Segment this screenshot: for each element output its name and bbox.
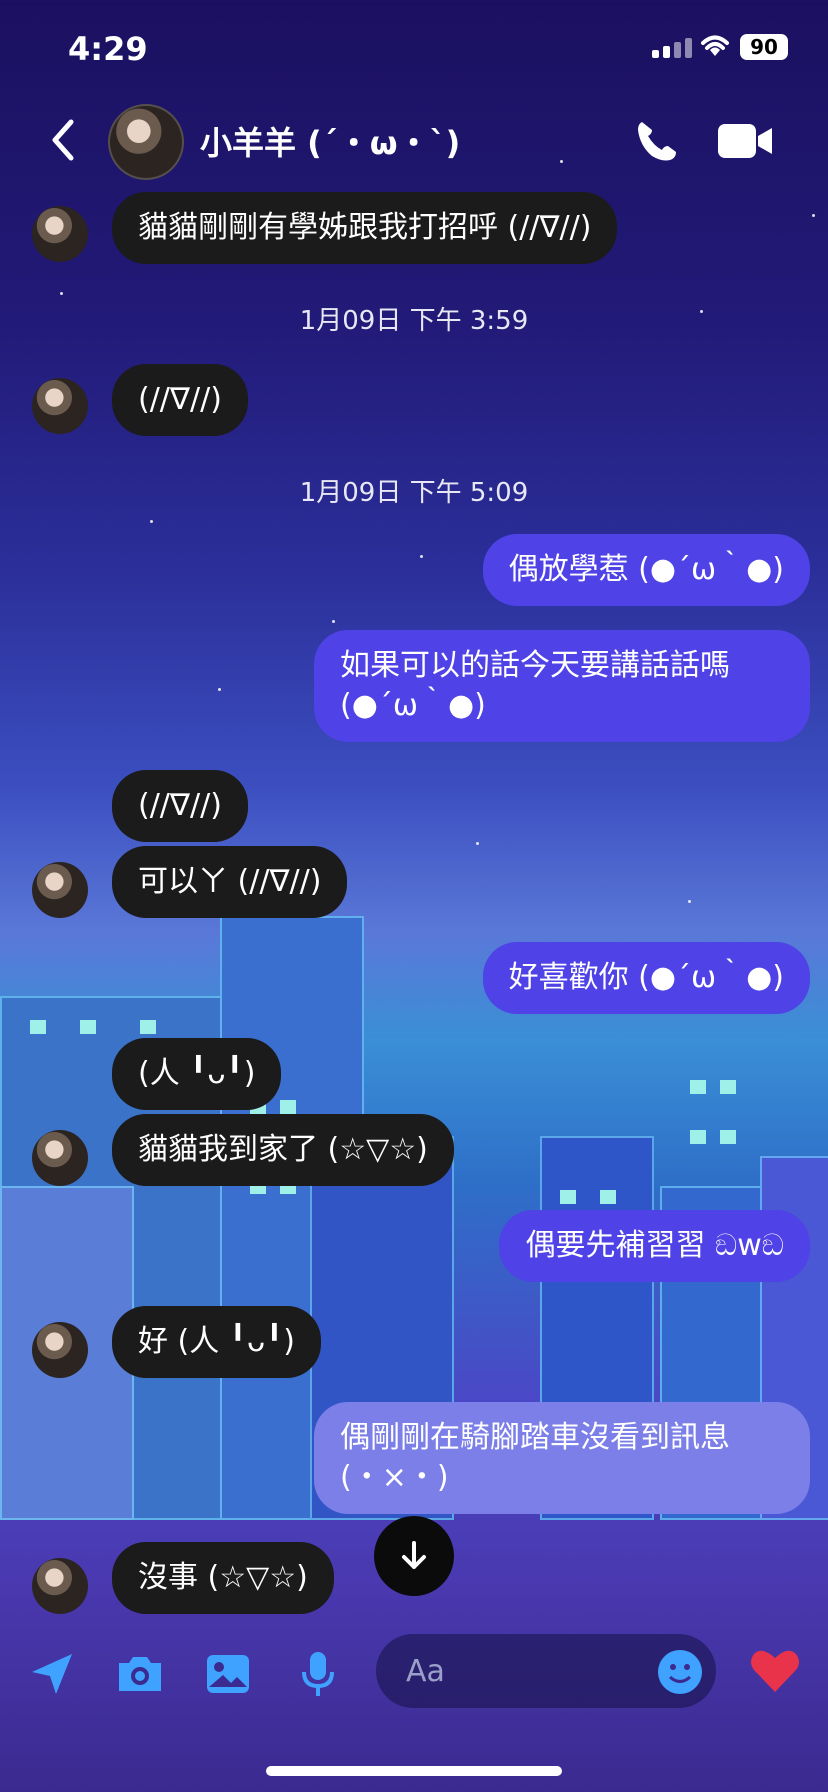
- message-bubble-outgoing[interactable]: 偶放學惹 (●´ω｀●): [482, 534, 810, 606]
- camera-icon: [119, 1657, 161, 1691]
- voice-call-button[interactable]: [632, 116, 682, 166]
- video-call-button[interactable]: [716, 120, 774, 162]
- message-bubble-incoming[interactable]: 可以ㄚ (//∇//): [112, 846, 348, 918]
- contact-name[interactable]: 小羊羊 (´・ω・`): [200, 118, 460, 164]
- image-icon: [207, 1655, 249, 1693]
- sender-avatar: [32, 1558, 88, 1614]
- heart-icon: [751, 1650, 799, 1692]
- microphone-icon: [302, 1652, 334, 1696]
- back-button[interactable]: [40, 116, 84, 164]
- arrow-down-icon: [402, 1541, 426, 1569]
- wifi-icon: [698, 32, 732, 64]
- message-input-placeholder: Aa: [406, 1653, 445, 1689]
- like-button[interactable]: [748, 1646, 802, 1696]
- gallery-button[interactable]: [202, 1648, 254, 1700]
- video-camera-icon: [718, 124, 772, 158]
- status-time: 4:29: [68, 30, 148, 68]
- smiley-icon: [658, 1650, 702, 1694]
- sender-avatar: [32, 206, 88, 262]
- sender-avatar: [32, 1322, 88, 1378]
- message-bubble-incoming[interactable]: 沒事 (☆▽☆): [112, 1542, 334, 1614]
- scroll-to-bottom-button[interactable]: [374, 1516, 454, 1596]
- emoji-button[interactable]: [656, 1648, 704, 1696]
- message-bubble-outgoing[interactable]: 如果可以的話今天要講話話嗎 (●´ω｀●): [314, 630, 810, 742]
- message-bubble-incoming[interactable]: (人 ╹ᴗ╹): [112, 1038, 282, 1110]
- send-arrow-icon: [32, 1654, 72, 1694]
- message-bubble-outgoing[interactable]: 偶要先補習習 ඞwඞ: [499, 1210, 810, 1282]
- message-bubble-incoming[interactable]: 貓貓剛剛有學姊跟我打招呼 (//∇//): [112, 192, 618, 264]
- message-bubble-outgoing[interactable]: 偶剛剛在騎腳踏車沒看到訊息 (・×・): [314, 1402, 810, 1514]
- message-bubble-incoming[interactable]: 好 (人 ╹ᴗ╹): [112, 1306, 321, 1378]
- camera-button[interactable]: [114, 1648, 166, 1700]
- cellular-signal-icon: [652, 38, 692, 58]
- phone-icon: [638, 122, 676, 161]
- share-location-button[interactable]: [26, 1648, 78, 1700]
- home-indicator: [266, 1766, 562, 1776]
- chevron-left-icon: [52, 119, 74, 161]
- voice-message-button[interactable]: [292, 1648, 344, 1700]
- message-bubble-incoming[interactable]: (//∇//): [112, 364, 248, 436]
- timestamp: 1月09日 下午 5:09: [299, 478, 529, 508]
- message-bubble-incoming[interactable]: 貓貓我到家了 (☆▽☆): [112, 1114, 454, 1186]
- sender-avatar: [32, 1130, 88, 1186]
- message-bubble-incoming[interactable]: (//∇//): [112, 770, 248, 842]
- timestamp: 1月09日 下午 3:59: [299, 306, 529, 336]
- message-bubble-outgoing[interactable]: 好喜歡你 (●´ω｀●): [482, 942, 810, 1014]
- sender-avatar: [32, 378, 88, 434]
- battery-indicator: 90: [740, 34, 788, 60]
- contact-avatar[interactable]: [108, 104, 184, 180]
- sender-avatar: [32, 862, 88, 918]
